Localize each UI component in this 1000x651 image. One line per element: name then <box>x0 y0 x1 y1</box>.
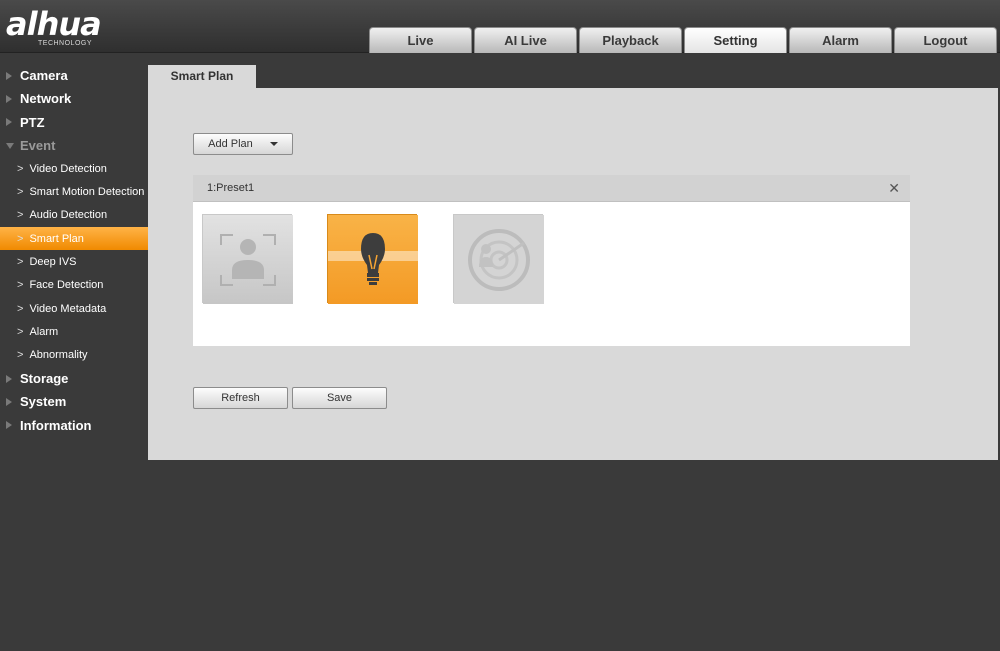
chevron-right-icon: > <box>17 186 24 199</box>
caret-down-icon <box>269 142 278 147</box>
sidebar-subitem-audio-detection[interactable]: > Audio Detection <box>0 204 148 227</box>
chevron-right-icon: > <box>17 209 24 222</box>
lightbulb-icon <box>328 215 418 304</box>
preset-plan-panel: 1:Preset1 ✕ <box>193 175 910 346</box>
brand-logo: alhua <box>6 5 102 43</box>
sidebar-item-event[interactable]: Event <box>0 134 148 157</box>
radar-icon <box>454 215 544 304</box>
sidebar-subitem-deep-ivs[interactable]: > Deep IVS <box>0 250 148 273</box>
sidebar-item-label: Event <box>20 138 56 154</box>
tab-setting[interactable]: Setting <box>684 27 787 53</box>
save-button[interactable]: Save <box>292 387 387 409</box>
sidebar-item-information[interactable]: Information <box>0 413 148 436</box>
add-plan-dropdown[interactable]: Add Plan <box>193 133 293 155</box>
tab-playback[interactable]: Playback <box>579 27 682 53</box>
sidebar-subitem-face-detection[interactable]: > Face Detection <box>0 274 148 297</box>
tab-alarm[interactable]: Alarm <box>789 27 892 53</box>
collapsed-arrow-icon <box>6 71 12 80</box>
preset-header: 1:Preset1 ✕ <box>193 175 910 202</box>
top-header: alhua TECHNOLOGY Live AI Live Playback S… <box>0 0 1000 53</box>
sidebar-subitem-label: Deep IVS <box>29 256 77 269</box>
sidebar-subitem-label: Audio Detection <box>29 209 108 222</box>
face-detection-plan-card[interactable] <box>202 214 293 304</box>
collapsed-arrow-icon <box>6 421 12 430</box>
chevron-right-icon: > <box>17 232 24 245</box>
sidebar-item-system[interactable]: System <box>0 390 148 413</box>
sidebar-item-label: System <box>20 394 67 410</box>
tab-ai-live[interactable]: AI Live <box>474 27 577 53</box>
add-plan-label: Add Plan <box>208 138 253 150</box>
sidebar-item-label: Storage <box>20 371 69 386</box>
smart-plan-panel: Add Plan 1:Preset1 ✕ Refresh Save <box>148 88 998 460</box>
sidebar-subitem-label: Video Detection <box>29 162 107 175</box>
sidebar-item-storage[interactable]: Storage <box>0 367 148 390</box>
sidebar-item-label: Information <box>20 417 92 433</box>
sidebar-subitem-smart-motion-detection[interactable]: > Smart Motion Detection <box>0 180 148 203</box>
tab-logout[interactable]: Logout <box>894 27 997 53</box>
sidebar-item-network[interactable]: Network <box>0 87 148 110</box>
sidebar-item-camera[interactable]: Camera <box>0 64 148 87</box>
preset-label: 1:Preset1 <box>207 182 255 194</box>
sidebar-subitem-video-detection[interactable]: > Video Detection <box>0 157 148 180</box>
chevron-right-icon: > <box>17 302 24 315</box>
chevron-right-icon: > <box>17 256 24 269</box>
collapsed-arrow-icon <box>6 374 12 383</box>
sidebar-subitem-label: Face Detection <box>29 279 104 292</box>
radar-plan-card[interactable] <box>453 214 544 304</box>
collapsed-arrow-icon <box>6 397 12 406</box>
sidebar-subitem-label: Video Metadata <box>29 302 107 315</box>
collapsed-arrow-icon <box>6 94 12 103</box>
sidebar-item-ptz[interactable]: PTZ <box>0 111 148 134</box>
sidebar-subitem-abnormality[interactable]: > Abnormality <box>0 344 148 367</box>
chevron-right-icon: > <box>17 325 24 338</box>
tab-smart-plan[interactable]: Smart Plan <box>148 65 256 89</box>
chevron-right-icon: > <box>17 279 24 292</box>
face-detection-icon <box>203 215 293 304</box>
sidebar-subitem-smart-plan[interactable]: > Smart Plan <box>0 227 148 251</box>
chevron-right-icon: > <box>17 162 24 175</box>
refresh-button[interactable]: Refresh <box>193 387 288 409</box>
sidebar-subitem-label: Alarm <box>29 325 59 338</box>
expanded-arrow-icon <box>6 142 14 149</box>
tab-live[interactable]: Live <box>369 27 472 53</box>
sidebar-subitem-video-metadata[interactable]: > Video Metadata <box>0 297 148 320</box>
brand-subtitle: TECHNOLOGY <box>38 40 93 47</box>
collapsed-arrow-icon <box>6 118 12 127</box>
chevron-right-icon: > <box>17 349 24 362</box>
sidebar-item-label: PTZ <box>20 114 45 130</box>
sidebar-item-label: Camera <box>20 68 68 84</box>
sidebar-subitem-label: Smart Motion Detection <box>29 186 145 199</box>
sidebar: Camera Network PTZ Event > Video Detecti… <box>0 64 148 437</box>
sidebar-subitem-label: Abnormality <box>29 349 88 362</box>
main-tabs: Live AI Live Playback Setting Alarm Logo… <box>369 27 997 53</box>
sidebar-subitem-alarm[interactable]: > Alarm <box>0 320 148 343</box>
sidebar-subitem-label: Smart Plan <box>29 232 84 245</box>
close-icon[interactable]: ✕ <box>888 175 900 202</box>
lightbulb-plan-card[interactable] <box>327 214 418 304</box>
sidebar-item-label: Network <box>20 91 72 107</box>
